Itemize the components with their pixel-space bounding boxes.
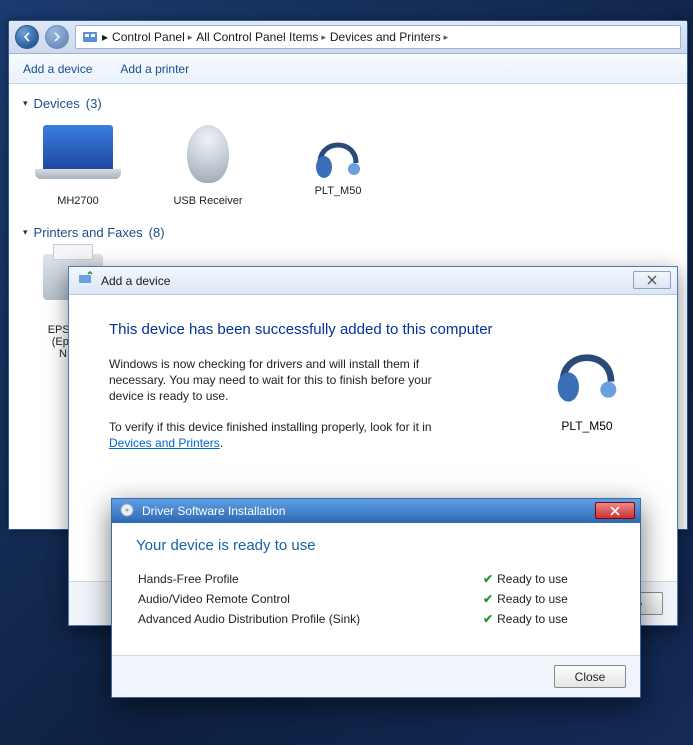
section-header-devices[interactable]: ▾ Devices (3) [23,96,673,111]
device-label: MH2700 [33,195,123,207]
driver-body: Your device is ready to use Hands-Free P… [112,523,640,636]
add-device-command[interactable]: Add a device [23,62,92,76]
wizard-paragraph: Windows is now checking for drivers and … [109,356,469,405]
wizard-paragraph: To verify if this device finished instal… [109,419,469,451]
profile-name: Advanced Audio Distribution Profile (Sin… [138,610,481,628]
device-label: USB Receiver [163,195,253,207]
wizard-device-name: PLT_M50 [537,419,637,433]
disc-icon [120,503,134,520]
wizard-para2-post: . [220,436,223,450]
chevron-right-icon: ▸ [321,32,326,43]
device-item[interactable]: USB Receiver [163,125,253,207]
add-printer-command[interactable]: Add a printer [120,62,189,76]
section-title: Printers and Faxes [34,225,143,240]
chevron-right-icon: ▸ [102,30,108,44]
mouse-icon [168,125,248,189]
check-icon: ✔ [483,572,493,586]
wizard-close-button[interactable] [633,271,671,289]
breadcrumb-label: All Control Panel Items [196,30,318,44]
nav-forward-button[interactable] [45,25,69,49]
table-row: Audio/Video Remote Control ✔Ready to use [138,590,614,608]
breadcrumb-item[interactable]: Control Panel▸ [112,30,192,44]
driver-install-dialog: Driver Software Installation Your device… [111,498,641,698]
driver-heading: Your device is ready to use [136,537,616,554]
wizard-title-text: Add a device [101,274,170,288]
address-bar: ▸ Control Panel▸ All Control Panel Items… [9,21,687,54]
wizard-heading: This device has been successfully added … [109,321,517,338]
chevron-right-icon: ▸ [188,32,193,43]
breadcrumb-item[interactable]: Devices and Printers▸ [330,30,448,44]
device-item[interactable]: MH2700 [33,125,123,207]
table-row: Hands-Free Profile ✔Ready to use [138,570,614,588]
wizard-para2-pre: To verify if this device finished instal… [109,420,432,434]
device-wizard-icon [77,271,93,290]
section-title: Devices [34,96,80,111]
control-panel-icon [82,29,98,45]
device-item[interactable]: PLT_M50 [293,125,383,207]
command-bar: Add a device Add a printer [9,54,687,84]
chevron-right-icon: ▸ [444,32,449,43]
section-header-printers[interactable]: ▾ Printers and Faxes (8) [23,225,673,240]
breadcrumb-label: Devices and Printers [330,30,441,44]
device-label: PLT_M50 [293,185,383,197]
collapse-icon: ▾ [23,227,28,238]
profile-status: ✔Ready to use [483,570,614,588]
breadcrumb-label: Control Panel [112,30,185,44]
driver-title-text: Driver Software Installation [142,504,285,518]
profile-name: Hands-Free Profile [138,570,481,588]
profile-status: ✔Ready to use [483,590,614,608]
nav-back-button[interactable] [15,25,39,49]
devices-grid: MH2700 USB Receiver PLT_M50 [23,115,673,221]
breadcrumb-item[interactable]: All Control Panel Items▸ [196,30,326,44]
section-count: (8) [149,225,165,240]
headset-icon [308,125,368,185]
driver-close-button[interactable]: Close [554,665,626,688]
driver-footer: Close [112,655,640,697]
table-row: Advanced Audio Distribution Profile (Sin… [138,610,614,628]
breadcrumb[interactable]: ▸ Control Panel▸ All Control Panel Items… [75,25,681,49]
driver-status-table: Hands-Free Profile ✔Ready to use Audio/V… [136,568,616,630]
devices-printers-link[interactable]: Devices and Printers [109,436,220,450]
laptop-icon [38,125,118,189]
wizard-titlebar[interactable]: Add a device [69,267,677,295]
driver-close-x-button[interactable] [595,502,635,519]
profile-status: ✔Ready to use [483,610,614,628]
section-count: (3) [86,96,102,111]
check-icon: ✔ [483,592,493,606]
driver-titlebar[interactable]: Driver Software Installation [112,499,640,523]
profile-name: Audio/Video Remote Control [138,590,481,608]
headset-icon [547,331,627,411]
collapse-icon: ▾ [23,98,28,109]
check-icon: ✔ [483,612,493,626]
